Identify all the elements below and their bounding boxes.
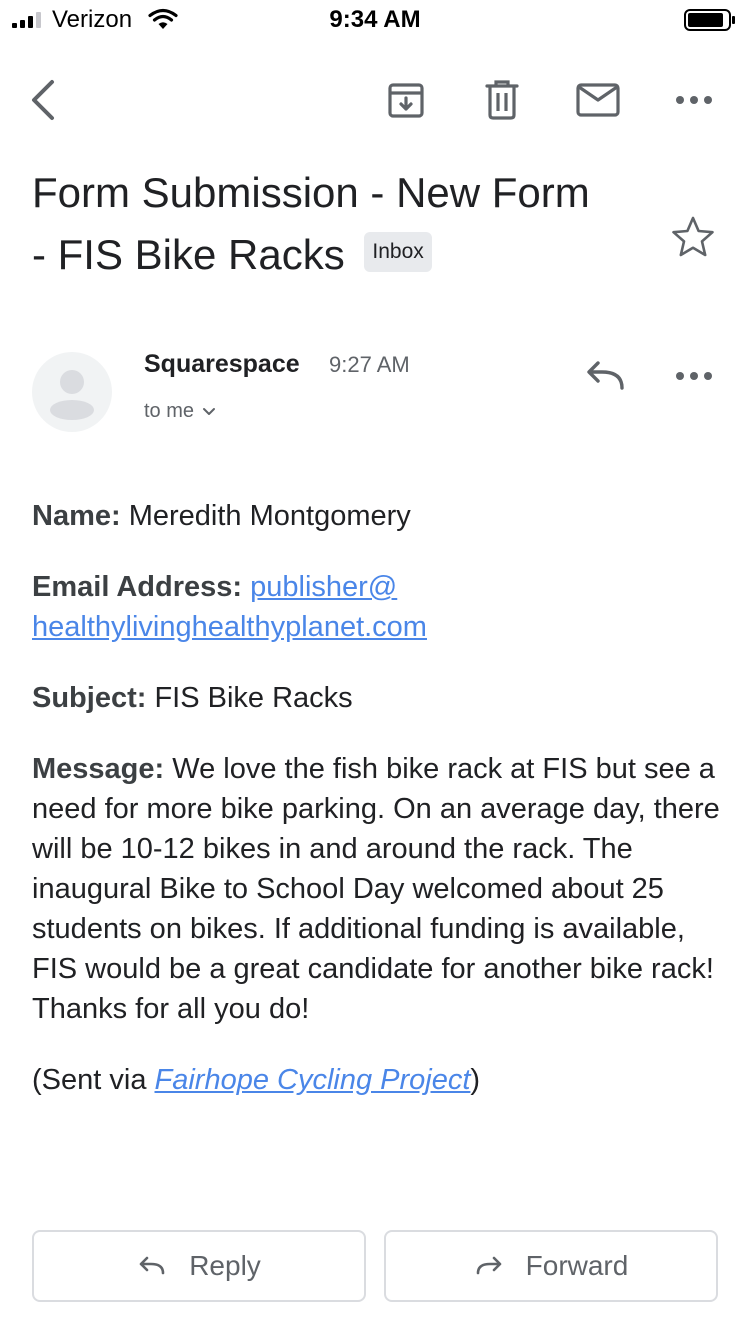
delete-button[interactable] [474,72,530,128]
chevron-left-icon [32,80,54,120]
more-horizontal-icon [676,372,712,380]
sent-via-line: (Sent via Fairhope Cycling Project) [32,1060,722,1100]
field-label: Subject: [32,682,147,714]
reply-icon[interactable] [582,354,630,398]
field-value: Meredith Montgomery [128,500,411,532]
more-options-button[interactable] [666,72,722,128]
field-label: Message: [32,753,165,785]
email-link-part1[interactable]: publisher@ [250,571,397,603]
mark-unread-button[interactable] [570,72,626,128]
status-bar: Verizon 9:34 AM [0,0,750,40]
sent-via-prefix: (Sent via [32,1064,155,1096]
star-icon[interactable] [670,214,716,260]
sent-time: 9:27 AM [329,352,410,377]
mail-icon [576,83,620,117]
forward-icon [476,1256,501,1275]
archive-button[interactable] [378,72,434,128]
recipient-text: to me [144,400,195,422]
email-link-part2[interactable]: healthylivinghealthyplanet.com [32,611,427,643]
reply-icon [139,1256,165,1275]
reply-button[interactable]: Reply [32,1230,366,1302]
sent-via-link[interactable]: Fairhope Cycling Project [155,1064,471,1096]
field-subject: Subject: FIS Bike Racks [32,678,722,718]
subject-line-1: Form Submission - New Form [32,169,590,216]
forward-label: Forward [525,1250,629,1281]
reply-label: Reply [189,1250,261,1281]
battery-icon [684,9,735,31]
sender-name: Squarespace [144,350,300,378]
inbox-label-badge[interactable]: Inbox [364,231,432,272]
field-name: Name: Meredith Montgomery [32,496,722,536]
message-text: We love the fish bike rack at FIS but se… [32,753,720,1025]
field-email: Email Address: publisher@ healthylivingh… [32,567,722,647]
sender-avatar[interactable] [32,352,112,432]
field-message: Message: We love the fish bike rack at F… [32,749,722,1029]
sent-via-suffix: ) [470,1064,481,1096]
field-value: FIS Bike Racks [154,682,353,714]
recipient-details-toggle[interactable]: to me [144,400,216,423]
chevron-down-icon [203,407,216,415]
subject-line-2: - FIS Bike Racks [32,231,345,278]
toolbar [0,60,750,140]
email-subject: Form Submission - New Form - FIS Bike Ra… [32,162,652,286]
archive-icon [388,83,424,118]
more-horizontal-icon [676,96,712,104]
email-body: Name: Meredith Montgomery Email Address:… [32,496,722,1131]
message-more-button[interactable] [670,354,718,398]
person-icon [50,370,94,420]
field-label: Email Address: [32,571,243,603]
status-time: 9:34 AM [329,6,421,33]
forward-button[interactable]: Forward [384,1230,718,1302]
trash-icon [485,80,519,120]
field-label: Name: [32,500,121,532]
back-button[interactable] [16,72,72,128]
